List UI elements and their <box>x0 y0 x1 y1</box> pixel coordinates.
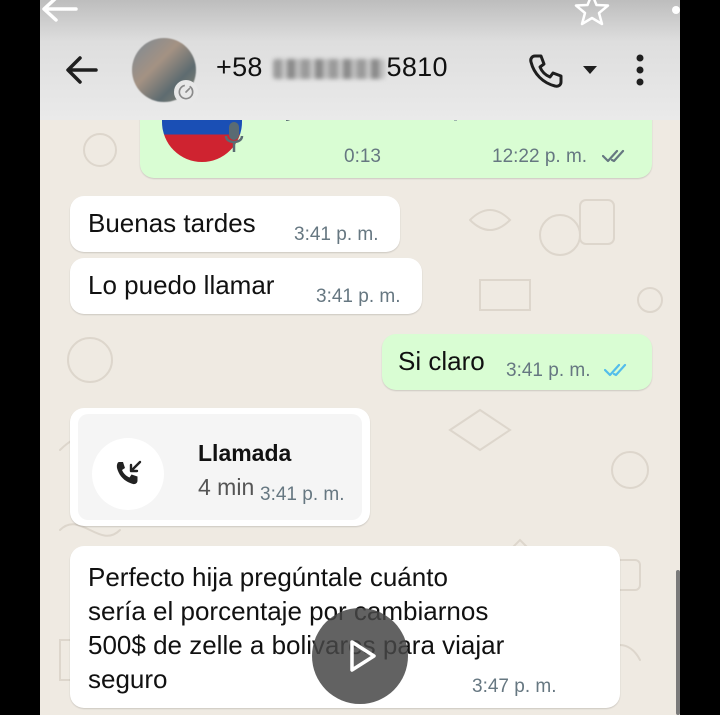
message-time: 3:41 p. m. <box>294 224 379 245</box>
caret-down-icon[interactable] <box>582 62 598 78</box>
call-title: Llamada <box>198 440 292 466</box>
phone-number-suffix: 5810 <box>386 52 448 82</box>
chat-screen: +58 5810 0:13 12:22 p. m. Buenas tardes … <box>40 0 680 715</box>
back-arrow-icon[interactable] <box>62 52 102 88</box>
incoming-call-icon <box>116 460 142 485</box>
message-time: 3:41 p. m. <box>506 360 591 381</box>
play-button[interactable] <box>312 608 408 704</box>
message-time: 3:47 p. m. <box>472 676 557 697</box>
more-vertical-icon[interactable] <box>628 52 652 88</box>
read-ticks-blue-icon <box>604 363 627 377</box>
voice-note-duration: 0:13 <box>344 146 381 167</box>
message-text: Si claro <box>398 346 485 376</box>
call-icon-circle <box>92 438 164 510</box>
message-text: Lo puedo llamar <box>88 270 275 300</box>
phone-number-prefix: +58 <box>216 52 263 82</box>
call-log-message[interactable]: Llamada 4 min 3:41 p. m. <box>70 408 370 526</box>
chat-header: +58 5810 <box>40 0 680 120</box>
call-duration: 4 min <box>198 474 255 500</box>
disappearing-timer-icon <box>174 80 198 104</box>
message-line: Perfecto hija pregúntale cuánto <box>88 562 448 592</box>
contact-phone-number[interactable]: +58 5810 <box>216 52 448 83</box>
read-ticks-icon <box>602 149 625 163</box>
star-icon[interactable] <box>572 0 612 26</box>
incoming-message[interactable]: Lo puedo llamar 3:41 p. m. <box>70 258 422 314</box>
arrow-left-icon[interactable] <box>40 0 80 22</box>
phone-icon[interactable] <box>526 52 566 90</box>
message-time: 3:41 p. m. <box>260 484 345 505</box>
message-time: 3:41 p. m. <box>316 286 401 307</box>
outgoing-message[interactable]: Si claro 3:41 p. m. <box>382 334 652 390</box>
play-icon <box>350 640 376 672</box>
message-time: 12:22 p. m. <box>492 146 588 167</box>
incoming-message[interactable]: Buenas tardes 3:41 p. m. <box>70 196 400 252</box>
microphone-icon <box>224 122 244 152</box>
status-dot <box>672 6 680 14</box>
scrollbar[interactable] <box>676 570 680 715</box>
redacted-digits <box>272 58 385 79</box>
call-card[interactable]: Llamada 4 min 3:41 p. m. <box>78 414 362 520</box>
message-text: Buenas tardes <box>88 208 256 238</box>
